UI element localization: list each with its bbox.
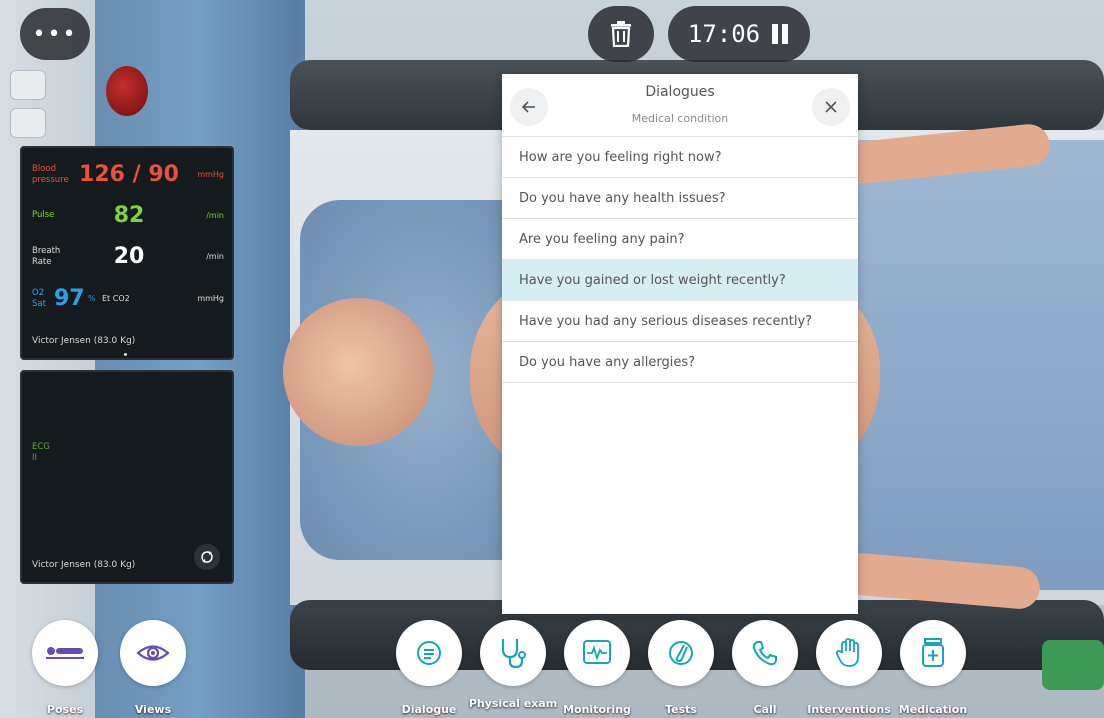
rotate-button[interactable] xyxy=(194,544,220,570)
call-label: Call xyxy=(753,703,777,716)
dialogues-panel: Dialogues Medical condition How are you … xyxy=(502,74,858,614)
dialogue-option-selected[interactable]: Have you gained or lost weight recently? xyxy=(502,260,858,301)
timer-value: 17:06 xyxy=(687,20,761,48)
patient-lying-icon xyxy=(46,647,84,659)
wall-knob xyxy=(106,66,148,116)
dialogue-button[interactable] xyxy=(396,620,462,686)
monitoring-label: Monitoring xyxy=(563,703,631,716)
ecg-label: ECG II xyxy=(32,442,50,463)
poses-label: Poses xyxy=(46,703,84,716)
physical-exam-label: Physical exam xyxy=(468,697,558,710)
breath-unit: /min xyxy=(206,252,224,261)
o2-unit: % xyxy=(88,294,96,303)
dialogue-label: Dialogue xyxy=(401,703,457,716)
monitor-indicator xyxy=(124,353,127,356)
close-icon xyxy=(825,101,837,113)
medication-button[interactable] xyxy=(900,620,966,686)
dialog-header: Dialogues Medical condition xyxy=(502,74,858,137)
tests-label: Tests xyxy=(665,703,697,716)
wall-outlet xyxy=(10,70,46,100)
bp-label: Blood pressure xyxy=(32,163,69,185)
bp-unit: mmHg xyxy=(197,170,224,179)
more-dots-icon: ••• xyxy=(32,21,78,47)
medication-label: Medication xyxy=(898,703,968,716)
poses-button[interactable] xyxy=(32,620,98,686)
interventions-label: Interventions xyxy=(807,703,891,716)
pause-icon[interactable] xyxy=(770,23,790,45)
scenario-timer[interactable]: 17:06 xyxy=(668,6,810,62)
ecg-patient-name: Victor Jensen (83.0 Kg) xyxy=(32,560,136,570)
vitals-monitor[interactable]: Blood pressure 126 / 90 mmHg Pulse 82 /m… xyxy=(20,146,234,360)
etco2-unit: mmHg xyxy=(197,294,224,303)
call-button[interactable] xyxy=(732,620,798,686)
dialogue-option[interactable]: How are you feeling right now? xyxy=(502,137,858,178)
test-tube-icon xyxy=(669,641,693,665)
dialogue-option[interactable]: Have you had any serious diseases recent… xyxy=(502,301,858,342)
phone-icon xyxy=(752,641,777,666)
monitoring-button[interactable] xyxy=(564,620,630,686)
interventions-button[interactable] xyxy=(816,620,882,686)
wall-outlet xyxy=(10,108,46,138)
medicine-jar-icon xyxy=(922,638,944,667)
medical-device xyxy=(1042,640,1104,690)
pulse-value: 82 xyxy=(113,203,145,228)
tests-button[interactable] xyxy=(648,620,714,686)
dialogue-option[interactable]: Are you feeling any pain? xyxy=(502,219,858,260)
heart-monitor-icon xyxy=(583,640,611,664)
hand-icon xyxy=(835,638,859,667)
eye-icon xyxy=(136,645,170,661)
bp-value: 126 / 90 xyxy=(79,162,179,187)
patient-head[interactable] xyxy=(283,298,433,446)
ecg-monitor[interactable]: ECG II Victor Jensen (83.0 Kg) xyxy=(20,370,234,584)
menu-button[interactable]: ••• xyxy=(20,8,90,60)
dialogue-option[interactable]: Do you have any health issues? xyxy=(502,178,858,219)
rotate-icon xyxy=(201,551,213,563)
o2-value: 97 xyxy=(54,286,85,311)
stethoscope-icon xyxy=(501,639,526,669)
speech-bubble-icon xyxy=(417,641,441,665)
trash-icon xyxy=(611,21,631,47)
etco2-label: Et CO2 xyxy=(102,293,130,303)
dialog-title: Dialogues xyxy=(645,84,715,100)
views-label: Views xyxy=(134,703,172,716)
views-button[interactable] xyxy=(120,620,186,686)
dialogue-option[interactable]: Do you have any allergies? xyxy=(502,342,858,383)
pulse-label: Pulse xyxy=(32,210,55,220)
trash-button[interactable] xyxy=(588,6,654,62)
close-button[interactable] xyxy=(812,88,850,126)
pulse-unit: /min xyxy=(206,211,224,220)
breath-label: Breath Rate xyxy=(32,245,61,267)
breath-value: 20 xyxy=(113,244,145,269)
physical-exam-button[interactable] xyxy=(480,620,546,686)
o2-label: O2 Sat xyxy=(32,287,46,309)
patient-name: Victor Jensen (83.0 Kg) xyxy=(32,336,136,346)
dialog-subtitle: Medical condition xyxy=(631,112,729,125)
